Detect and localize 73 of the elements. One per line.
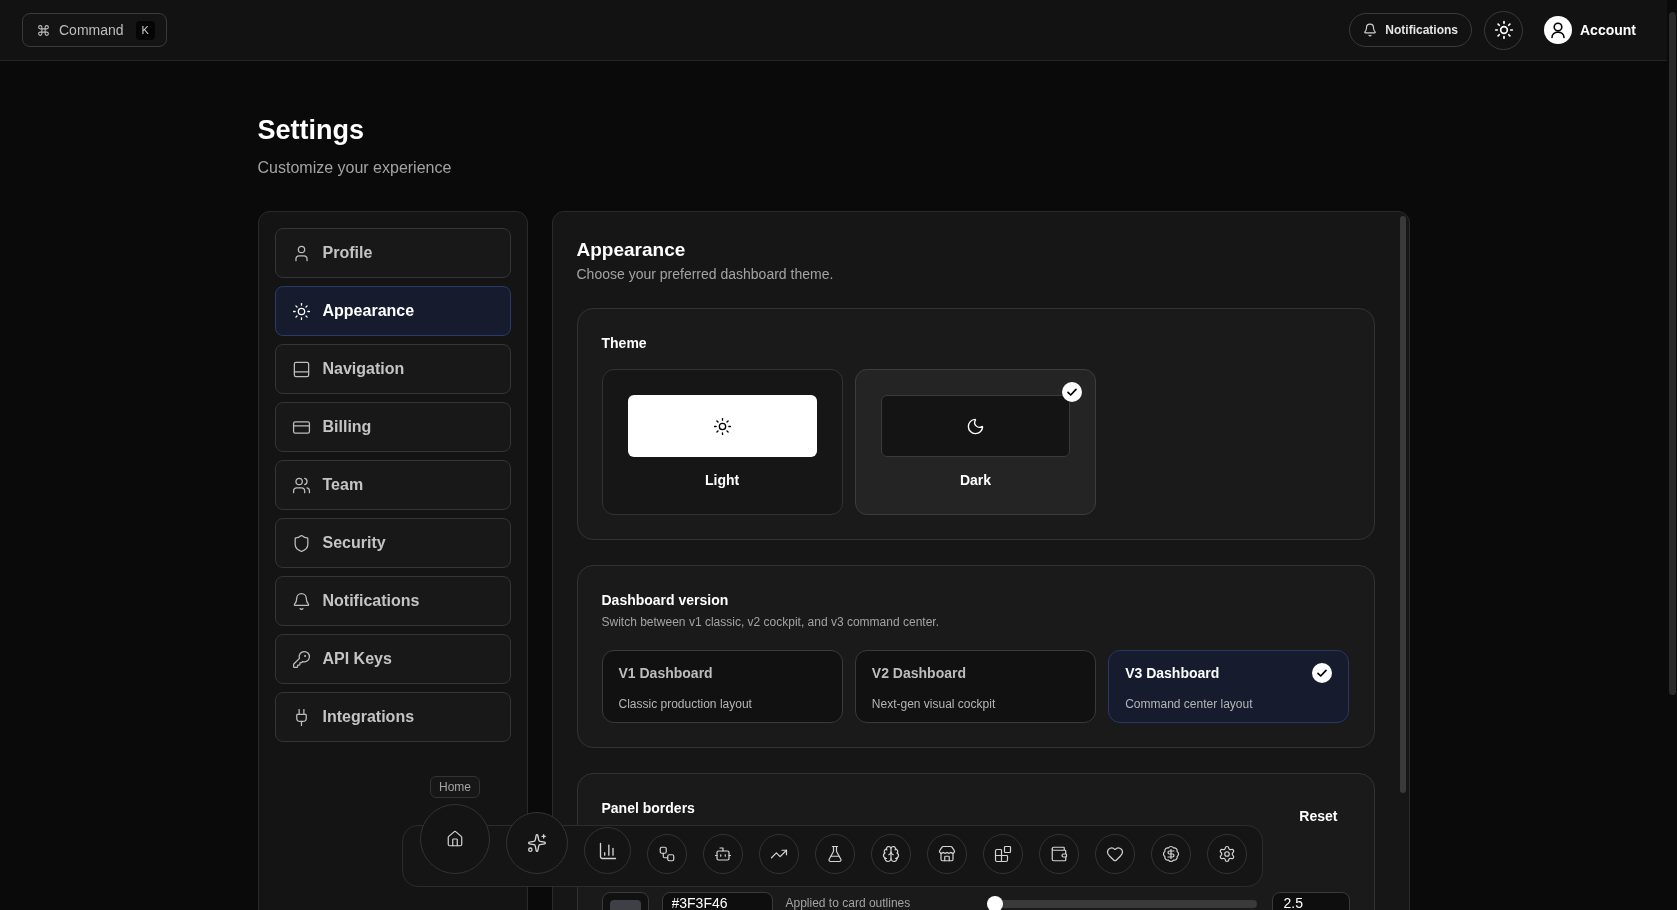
tooltip: Home (430, 776, 480, 798)
robot-dock-button[interactable] (703, 834, 743, 874)
page-title: Settings (257, 114, 365, 147)
account-button[interactable]: Account (1544, 16, 1636, 44)
avatar-icon (1544, 16, 1572, 44)
sparkles-icon (527, 833, 547, 853)
settings-dock-button[interactable] (1207, 834, 1247, 874)
bell-icon (291, 591, 311, 611)
brain-dock-button[interactable] (871, 834, 911, 874)
workflow-dock-button[interactable] (647, 834, 687, 874)
home-icon (446, 830, 464, 848)
hex-input[interactable]: #3F3F46 (661, 892, 773, 910)
bar-chart-dock-button[interactable] (584, 827, 631, 874)
sidebar-item[interactable]: Profile (274, 228, 511, 278)
sidebar-item[interactable]: Integrations (274, 692, 511, 742)
theme-toggle-button[interactable] (1484, 10, 1523, 50)
sidebar-item[interactable]: Notifications (274, 576, 511, 626)
section-subtitle: Choose your preferred dashboard theme. (576, 265, 835, 284)
wallet-dock-button[interactable] (1039, 834, 1079, 874)
dashboard-option[interactable]: V1 Dashboard Classic production layout (601, 650, 843, 723)
scrollbar-thumb[interactable] (1399, 216, 1406, 793)
sidebar-item[interactable]: Navigation (274, 344, 511, 394)
section-title: Appearance (576, 238, 687, 262)
bell-icon (1363, 23, 1378, 37)
blocks-icon (994, 845, 1012, 863)
sun-icon (712, 416, 732, 436)
trend-up-dock-button[interactable] (759, 834, 799, 874)
check-icon (1312, 663, 1333, 683)
theme-option[interactable]: Light (601, 369, 843, 515)
brain-icon (882, 845, 900, 863)
sidebar-item[interactable]: Appearance (274, 286, 511, 336)
page-scrollbar-thumb[interactable] (1668, 12, 1676, 695)
key-icon (291, 649, 311, 669)
card-title: Dashboard version (601, 591, 730, 610)
store-icon (938, 845, 956, 863)
reset-button[interactable]: Reset (1287, 798, 1350, 834)
heart-icon (1106, 845, 1124, 863)
workflow-icon (658, 845, 676, 863)
sidebar-item[interactable]: Team (274, 460, 511, 510)
blocks-dock-button[interactable] (983, 834, 1023, 874)
dollar-badge-dock-button[interactable] (1151, 834, 1191, 874)
thickness-input[interactable]: 2.5 (1271, 892, 1350, 910)
card-title: Panel borders (601, 799, 695, 818)
shortcut-key: K (135, 20, 155, 40)
sidebar-item[interactable]: Billing (274, 402, 511, 452)
store-dock-button[interactable] (927, 834, 967, 874)
slider-thumb[interactable] (986, 896, 1003, 910)
command-button[interactable]: Command K (22, 13, 167, 47)
robot-icon (714, 845, 732, 863)
page-subtitle: Customize your experience (257, 158, 453, 178)
users-icon (291, 475, 311, 495)
card-title: Theme (601, 334, 648, 353)
hint-text: Applied to card outlines (785, 895, 912, 910)
sidebar-item[interactable]: API Keys (274, 634, 511, 684)
sun-icon (1493, 20, 1514, 40)
check-icon (1062, 382, 1083, 402)
dashboard-option[interactable]: V2 Dashboard Next-gen visual cockpit (854, 650, 1097, 723)
bar-chart-icon (597, 840, 618, 861)
sun-icon (291, 301, 311, 321)
flask-dock-button[interactable] (815, 834, 855, 874)
command-icon (37, 23, 50, 37)
dashboard-option[interactable]: V3 Dashboard Command center layout (1108, 650, 1350, 723)
notifications-button[interactable]: Notifications (1349, 13, 1472, 47)
panel-icon (291, 359, 311, 379)
theme-option[interactable]: Dark (854, 369, 1097, 515)
flask-icon (826, 845, 844, 863)
moon-icon (966, 416, 985, 436)
sidebar-item[interactable]: Security (274, 518, 511, 568)
wallet-icon (1050, 845, 1068, 863)
dollar-badge-icon (1162, 845, 1180, 863)
heart-dock-button[interactable] (1095, 834, 1135, 874)
settings-icon (1218, 845, 1236, 863)
card-description: Switch between v1 classic, v2 cockpit, and v3 command center. (601, 614, 940, 630)
